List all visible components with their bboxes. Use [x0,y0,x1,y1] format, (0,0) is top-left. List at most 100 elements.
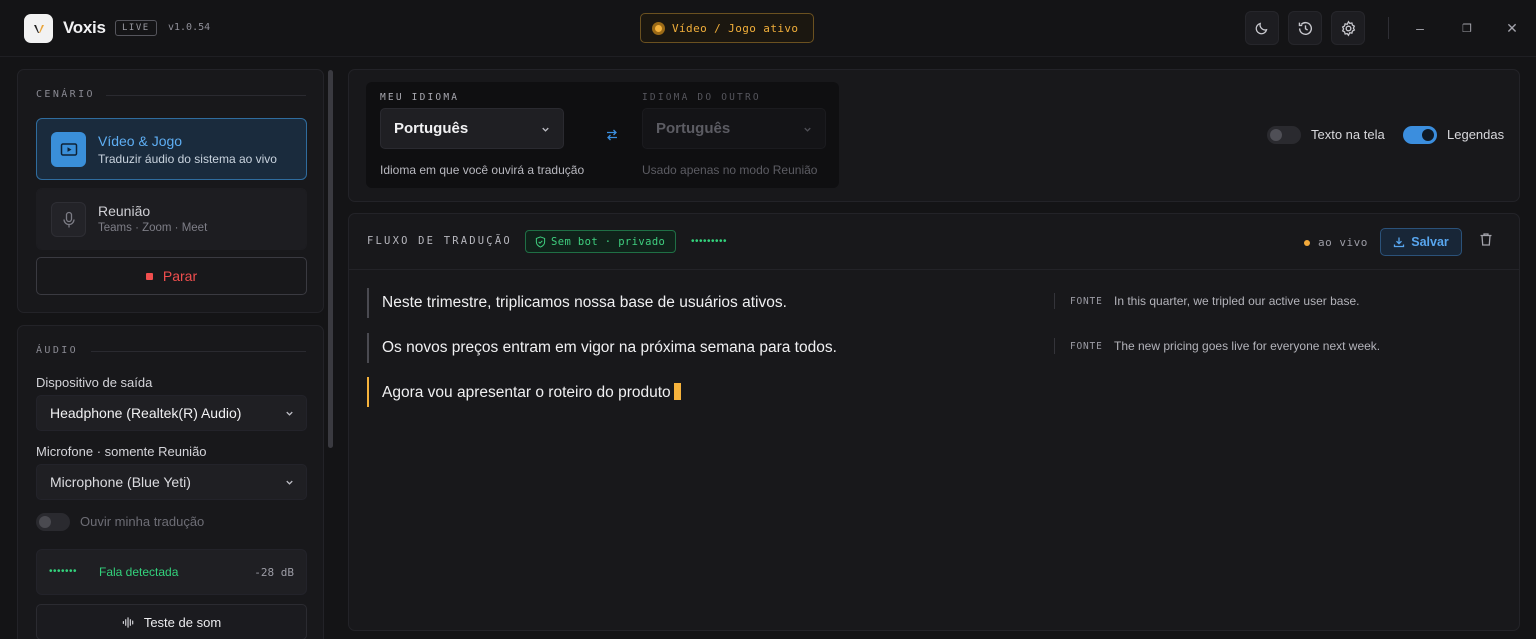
shield-check-icon [535,235,546,248]
app-logo [24,14,53,43]
section-divider [106,95,306,96]
my-language-value: Português [394,120,469,137]
toggle-knob [39,516,51,528]
audio-wave-icon [122,616,134,628]
translation-line: Neste trimestre, triplicamos nossa base … [367,288,1027,318]
my-language-hint: Idioma em que você ouvirá a tradução [380,163,585,177]
source-tag: FONTE [1070,341,1103,352]
chevron-down-icon [804,127,811,132]
line-marker [367,288,369,318]
other-language-select[interactable]: Português [642,108,826,149]
output-device-value: Headphone (Realtek(R) Audio) [50,405,242,421]
section-divider [91,351,306,352]
hear-translation-label: Ouvir minha tradução [80,514,205,529]
other-language-hint: Usado apenas no modo Reunião [642,163,818,177]
captions-toggle[interactable] [1403,126,1437,144]
screen-text-toggle[interactable] [1267,126,1301,144]
my-language-label: MEU IDIOMA [380,92,460,103]
close-button[interactable]: ✕ [1498,14,1526,42]
sound-test-label: Teste de som [143,614,222,630]
microphone-select[interactable]: Microphone (Blue Yeti) [36,464,307,500]
stream-activity-dots: ••••••••• [691,236,728,247]
hear-translation-toggle[interactable] [36,513,70,531]
microphone-label: Microfone · somente Reunião [36,444,207,459]
translation-text-live: Agora vou apresentar o roteiro do produt… [382,383,681,402]
swap-languages-icon[interactable] [605,128,619,142]
line-marker [367,377,369,407]
stop-button[interactable]: Parar [36,257,307,295]
translation-line: Os novos preços entram em vigor na próxi… [367,333,1027,363]
line-marker [367,333,369,363]
chevron-down-icon [286,480,293,485]
language-panel: MEU IDIOMA Português Idioma em que você … [348,69,1520,202]
history-button[interactable] [1288,11,1322,45]
minimize-button[interactable]: – [1406,14,1434,42]
sound-test-button[interactable]: Teste de som [36,604,307,639]
settings-button[interactable] [1331,11,1365,45]
stream-title: FLUXO DE TRADUÇÃO [367,235,512,247]
live-text: Agora vou apresentar o roteiro do produt… [382,384,671,401]
download-icon [1394,237,1405,248]
live-label: ao vivo [1318,236,1368,249]
status-dot-icon [652,21,665,35]
source-marker [1054,338,1055,354]
trash-icon[interactable] [1479,232,1493,247]
other-language-label: IDIOMA DO OUTRO [642,92,761,103]
stop-icon [145,272,153,280]
language-selectors: MEU IDIOMA Português Idioma em que você … [366,82,839,188]
audio-section-title: ÁUDIO [36,345,79,356]
scenario-meeting[interactable]: Reunião Teams · Zoom · Meet [36,188,307,250]
scenario-subtitle: Teams · Zoom · Meet [98,222,208,234]
scenario-section-title: CENÁRIO [36,89,95,100]
titlebar-divider [1388,17,1389,39]
source-marker [1054,293,1055,309]
captions-label: Legendas [1447,127,1505,142]
scenario-title: Vídeo & Jogo [98,133,183,149]
output-device-select[interactable]: Headphone (Realtek(R) Audio) [36,395,307,431]
translation-text: Os novos preços entram em vigor na próxi… [382,339,837,356]
translation-stream-panel: FLUXO DE TRADUÇÃO Sem bot · privado ••••… [348,213,1520,631]
audio-panel: ÁUDIO Dispositivo de saída Headphone (Re… [17,325,324,639]
translation-text: Neste trimestre, triplicamos nossa base … [382,294,787,311]
toggle-knob [1422,129,1434,141]
speech-level-dots: ••••••• [49,566,78,577]
scenario-subtitle: Traduzir áudio do sistema ao vivo [98,152,277,166]
moon-icon [1255,22,1268,35]
scenario-panel: CENÁRIO Vídeo & Jogo Traduzir áudio do s… [17,69,324,313]
mode-status-pill[interactable]: Vídeo / Jogo ativo [640,13,814,43]
other-language-value: Português [656,120,731,137]
source-line: FONTE The new pricing goes live for ever… [1054,338,1474,354]
audio-level-readout: -28 dB [254,566,294,579]
my-language-select[interactable]: Português [380,108,564,149]
theme-toggle-button[interactable] [1245,11,1279,45]
voxis-logo-icon [33,24,44,33]
toggle-knob [1270,129,1282,141]
gear-icon [1341,19,1355,37]
restore-button[interactable]: ❐ [1453,14,1481,42]
live-badge: LIVE [115,20,157,36]
scenario-video-game[interactable]: Vídeo & Jogo Traduzir áudio do sistema a… [36,118,307,180]
chevron-down-icon [286,411,293,416]
mode-status-label: Vídeo / Jogo ativo [672,21,799,35]
stream-header: FLUXO DE TRADUÇÃO Sem bot · privado ••••… [349,214,1519,270]
sidebar-scrollbar[interactable] [328,70,333,448]
title-bar: Voxis LIVE v1.0.54 Vídeo / Jogo ativo – … [0,0,1536,57]
save-button[interactable]: Salvar [1380,228,1462,256]
source-tag: FONTE [1070,296,1103,307]
source-text: In this quarter, we tripled our active u… [1114,294,1360,308]
output-device-label: Dispositivo de saída [36,375,153,390]
privacy-badge: Sem bot · privado [525,230,677,253]
screen-text-label: Texto na tela [1311,127,1385,142]
play-screen-icon [51,132,86,167]
microphone-icon [51,202,86,237]
privacy-label: Sem bot · privado [551,235,666,248]
stop-label: Parar [162,268,198,284]
app-name: Voxis [63,18,106,37]
history-icon [1298,21,1312,35]
source-line: FONTE In this quarter, we tripled our ac… [1054,293,1474,309]
live-dot-icon [1304,239,1310,246]
speech-detection-meter: ••••••• Fala detectada -28 dB [36,549,307,595]
scenario-title: Reunião [98,203,151,219]
source-text: The new pricing goes live for everyone n… [1114,339,1381,353]
microphone-value: Microphone (Blue Yeti) [50,474,191,490]
